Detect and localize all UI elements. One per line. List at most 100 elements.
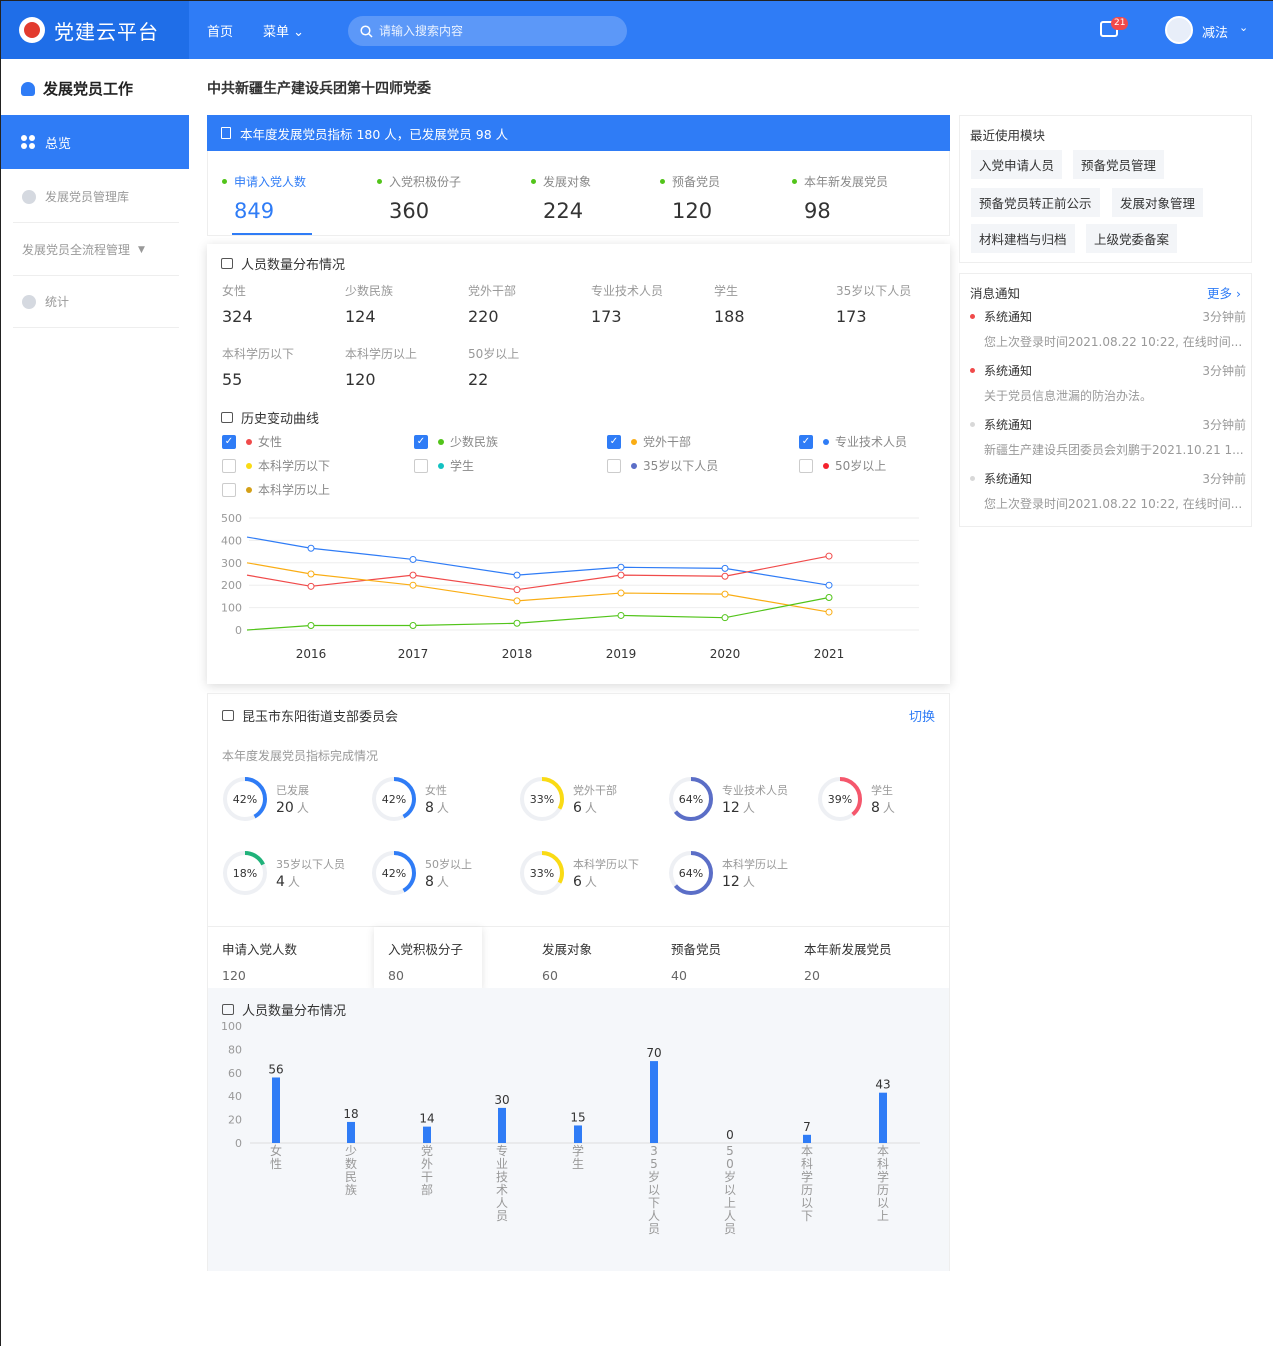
notice-time: 3分钟前 (1202, 418, 1246, 432)
notice-time: 3分钟前 (1202, 310, 1246, 324)
series-checkbox[interactable]: 学生 (414, 457, 474, 474)
ring-value-number: 6 (573, 874, 582, 890)
y-tick-label: 0 (235, 1137, 242, 1150)
sidebar-item-member-library[interactable]: 发展党员管理库 (13, 171, 179, 223)
message-count-badge: 21 (1111, 17, 1129, 30)
summary-cell[interactable]: 本年新发展党员 20 (804, 927, 934, 989)
data-label: 7 (803, 1120, 811, 1134)
summary-value: 20 (804, 968, 820, 983)
dist-label: 少数民族 (345, 284, 394, 298)
sidebar-item-label: 统计 (45, 295, 70, 309)
summary-cell[interactable]: 申请入党人数 120 (222, 927, 372, 989)
dist-value: 188 (714, 307, 745, 326)
recent-module-tag[interactable]: 入党申请人员 (971, 150, 1063, 179)
progress-ring: 33% (519, 850, 565, 896)
line-chart-icon (221, 412, 233, 423)
summary-label: 预备党员 (671, 942, 722, 957)
user-name[interactable]: 减法 (1202, 22, 1228, 41)
more-link-label: 更多 (1207, 286, 1233, 301)
ring-value-number: 20 (276, 800, 294, 816)
summary-cell[interactable]: 入党积极分子 80 (374, 927, 482, 989)
stat-applicants[interactable]: 申请入党人数 849 (222, 173, 306, 223)
notice-item[interactable]: 系统通知 3分钟前 您上次登录时间2021.08.22 10:22, 在线时间... (970, 470, 1246, 512)
org-icon (222, 710, 234, 721)
ring-percent: 39% (827, 792, 853, 806)
history-title: 历史变动曲线 (221, 408, 319, 427)
series-checkbox[interactable]: 35岁以下人员 (607, 457, 718, 474)
stat-candidates[interactable]: 发展对象 224 (531, 173, 591, 223)
status-dot (377, 179, 382, 184)
data-label: 0 (726, 1128, 734, 1142)
nav-menu-dropdown[interactable]: 菜单 ⌄ (263, 21, 304, 40)
series-checkbox[interactable]: ✓ 党外干部 (607, 433, 691, 450)
stat-value: 360 (389, 199, 430, 223)
chevron-down-icon[interactable]: ⌄ (1239, 21, 1248, 34)
data-point (721, 572, 729, 580)
stat-activists[interactable]: 入党积极份子 360 (377, 173, 461, 223)
ring-percent: 64% (678, 792, 704, 806)
data-point (307, 544, 315, 552)
recent-module-tag[interactable]: 上级党委备案 (1086, 224, 1178, 253)
checkbox-label: 专业技术人员 (835, 435, 908, 449)
read-dot (970, 422, 975, 427)
stat-probationary[interactable]: 预备党员 120 (660, 173, 720, 223)
ring-percent: 33% (529, 866, 555, 880)
bar-chart-title: 人员数量分布情况 (222, 1000, 346, 1019)
series-checkbox[interactable]: ✓ 专业技术人员 (799, 433, 907, 450)
series-checkbox[interactable]: 50岁以上 (799, 457, 886, 474)
series-checkbox[interactable]: ✓ 女性 (222, 433, 282, 450)
notice-item[interactable]: 系统通知 3分钟前 您上次登录时间2021.08.22 10:22, 在线时间... (970, 308, 1246, 350)
ring-percent: 64% (678, 866, 704, 880)
target-banner: 本年度发展党员指标 180 人，已发展党员 98 人 (207, 115, 950, 151)
dist-label: 35岁以下人员 (836, 284, 912, 298)
category-label: 党外干部 (421, 1143, 433, 1197)
search-input[interactable] (379, 24, 619, 38)
data-point (513, 586, 521, 594)
dist-value: 124 (345, 307, 376, 326)
recent-module-tag[interactable]: 材料建档与归档 (971, 224, 1075, 253)
notice-item[interactable]: 系统通知 3分钟前 新疆生产建设兵团委员会刘鹏于2021.10.21 1... (970, 416, 1246, 458)
more-link[interactable]: 更多 › (1207, 283, 1241, 302)
stat-new-members[interactable]: 本年新发展党员 98 (792, 173, 888, 223)
bar-chart-area: 人员数量分布情况 100 80 60 40 20 0 56 女性 18 少数民族 14 党外干部 30 专… (208, 988, 949, 1271)
ring-value-unit: 人 (296, 801, 309, 815)
x-tick-label: 2021 (814, 647, 845, 661)
data-point (721, 564, 729, 572)
avatar[interactable] (1165, 16, 1193, 44)
series-checkbox[interactable]: 本科学历以上 (222, 481, 330, 498)
checkbox-box (414, 458, 428, 473)
ring-label: 本科学历以上 (722, 858, 788, 871)
ring-value: 8人 (425, 873, 449, 890)
series-checkbox[interactable]: 本科学历以下 (222, 457, 330, 474)
search-box[interactable] (348, 16, 627, 46)
dist-label: 党外干部 (468, 284, 517, 298)
ring-value-unit: 人 (584, 875, 597, 889)
sidebar-item-stats[interactable]: 统计 (13, 276, 179, 328)
check-icon: ✓ (222, 434, 236, 449)
recent-module-tag[interactable]: 预备党员管理 (1073, 150, 1165, 179)
switch-link[interactable]: 切换 (909, 706, 935, 725)
nav-home-link[interactable]: 首页 (207, 21, 233, 40)
series-checkbox[interactable]: ✓ 少数民族 (414, 433, 498, 450)
category-label: 本科学历以下 (801, 1144, 813, 1223)
recent-module-tag[interactable]: 预备党员转正前公示 (971, 188, 1100, 217)
summary-cell[interactable]: 预备党员 40 (671, 927, 781, 989)
notice-item[interactable]: 系统通知 3分钟前 关于党员信息泄漏的防治办法。 (970, 362, 1246, 404)
summary-cell[interactable]: 发展对象 60 (542, 927, 652, 989)
dist-cell: 专业技术人员 173 (591, 282, 663, 326)
check-icon: ✓ (607, 434, 621, 449)
recent-module-tag[interactable]: 发展对象管理 (1112, 188, 1204, 217)
notices-card: 消息通知 更多 › 系统通知 3分钟前 您上次登录时间2021.08.22 10:2… (959, 273, 1252, 527)
data-label: 15 (570, 1110, 585, 1124)
x-tick-label: 2018 (502, 647, 533, 661)
ring-value-unit: 人 (742, 801, 755, 815)
history-title-text: 历史变动曲线 (241, 412, 320, 427)
summary-label: 本年新发展党员 (804, 942, 892, 957)
stat-label: 本年新发展党员 (804, 175, 889, 189)
sidebar-item-process[interactable]: 发展党员全流程管理 ▼ (13, 224, 179, 276)
sidebar-item-overview[interactable]: 总览 (1, 115, 189, 169)
app-logo[interactable]: 党建云平台 (1, 1, 189, 59)
category-label: 5 0 岁以上人员 (724, 1144, 736, 1236)
dist-label: 本科学历以上 (345, 347, 418, 361)
caret-down-icon: ▼ (138, 244, 145, 255)
